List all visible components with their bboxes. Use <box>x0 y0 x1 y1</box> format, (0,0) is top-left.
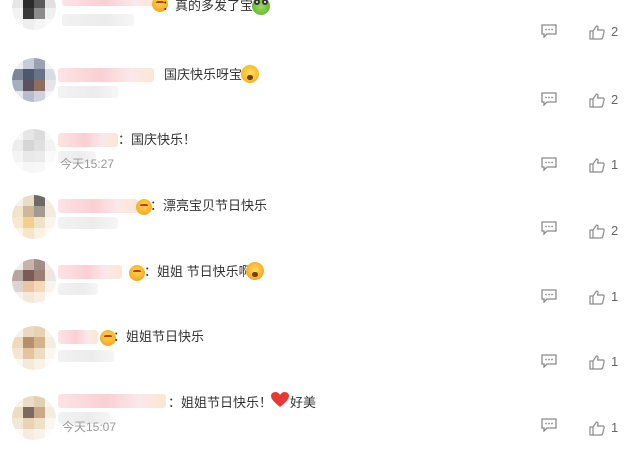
heart-eyes-emoji-icon <box>129 265 145 281</box>
comment-icon[interactable] <box>541 354 557 368</box>
avatar[interactable] <box>12 0 56 30</box>
comment-text: ：姐姐节日快乐！ <box>168 395 273 410</box>
thumbs-up-icon <box>589 158 605 173</box>
like-count: 1 <box>611 157 619 172</box>
comment-text: ：姐姐 节日快乐啊 <box>144 264 252 279</box>
comment-icon[interactable] <box>541 92 557 106</box>
thumbs-up-icon <box>589 93 605 108</box>
avatar[interactable] <box>12 396 56 440</box>
username-blurred[interactable] <box>58 199 138 213</box>
meta-blurred <box>58 217 118 229</box>
username-blurred[interactable] <box>58 330 98 344</box>
meta-blurred <box>58 86 118 98</box>
like-button[interactable]: 1 <box>589 289 629 305</box>
meta-blurred <box>58 350 114 362</box>
like-count: 1 <box>611 420 619 435</box>
username-blurred[interactable] <box>58 394 166 408</box>
comment-icon[interactable] <box>541 221 557 235</box>
comment-item: ：姐姐节日快乐！ 好美 今天15:07 1 <box>0 392 640 462</box>
like-count: 2 <box>611 223 619 238</box>
meta-blurred <box>62 14 134 26</box>
username-blurred[interactable] <box>62 0 158 6</box>
like-count: 2 <box>611 92 619 107</box>
comment-text: 国庆快乐呀宝 <box>164 67 243 82</box>
thumbs-up-icon <box>589 224 605 239</box>
surprised-emoji-icon <box>241 65 259 83</box>
comment-item: ：真的多发了宝 2 <box>0 0 640 58</box>
like-count: 1 <box>611 354 619 369</box>
comment-item: ：漂亮宝贝节日快乐 2 <box>0 195 640 265</box>
username-blurred[interactable] <box>58 68 154 82</box>
like-button[interactable]: 2 <box>589 24 629 40</box>
avatar[interactable] <box>12 195 56 239</box>
username-blurred[interactable] <box>58 133 118 147</box>
username-blurred[interactable] <box>58 265 122 279</box>
like-button[interactable]: 1 <box>589 157 629 173</box>
comment-icon[interactable] <box>541 289 557 303</box>
frog-emoji-icon <box>252 0 270 15</box>
like-count: 2 <box>611 24 619 39</box>
like-button[interactable]: 1 <box>589 420 629 436</box>
comment-text-suffix: 好美 <box>290 395 317 410</box>
heart-emoji-icon <box>271 392 289 407</box>
avatar[interactable] <box>12 326 56 370</box>
comment-text: ：漂亮宝贝节日快乐 <box>150 198 268 213</box>
comment-text: ：国庆快乐！ <box>118 132 197 147</box>
avatar[interactable] <box>12 129 56 173</box>
thumbs-up-icon <box>589 421 605 436</box>
meta-blurred <box>58 283 98 295</box>
comment-item: 国庆快乐呀宝 2 <box>0 58 640 132</box>
avatar[interactable] <box>12 58 56 102</box>
thumbs-up-icon <box>589 25 605 40</box>
timestamp: 今天15:07 <box>62 420 117 434</box>
like-button[interactable]: 2 <box>589 223 629 239</box>
comment-icon[interactable] <box>541 24 557 38</box>
avatar[interactable] <box>12 259 56 303</box>
thumbs-up-icon <box>589 355 605 370</box>
like-button[interactable]: 1 <box>589 354 629 370</box>
like-button[interactable]: 2 <box>589 92 629 108</box>
surprised-emoji-icon <box>246 262 264 280</box>
comment-text: ：真的多发了宝 <box>162 0 254 13</box>
comment-text: ：姐姐节日快乐 <box>113 329 205 344</box>
comment-icon[interactable] <box>541 157 557 171</box>
comment-item: ：国庆快乐！ 今天15:27 1 <box>0 129 640 199</box>
thumbs-up-icon <box>589 290 605 305</box>
timestamp: 今天15:27 <box>60 157 115 171</box>
comment-item: ：姐姐 节日快乐啊 1 <box>0 259 640 331</box>
like-count: 1 <box>611 289 619 304</box>
comment-item: ：姐姐节日快乐 1 <box>0 326 640 396</box>
comment-icon[interactable] <box>541 418 557 432</box>
